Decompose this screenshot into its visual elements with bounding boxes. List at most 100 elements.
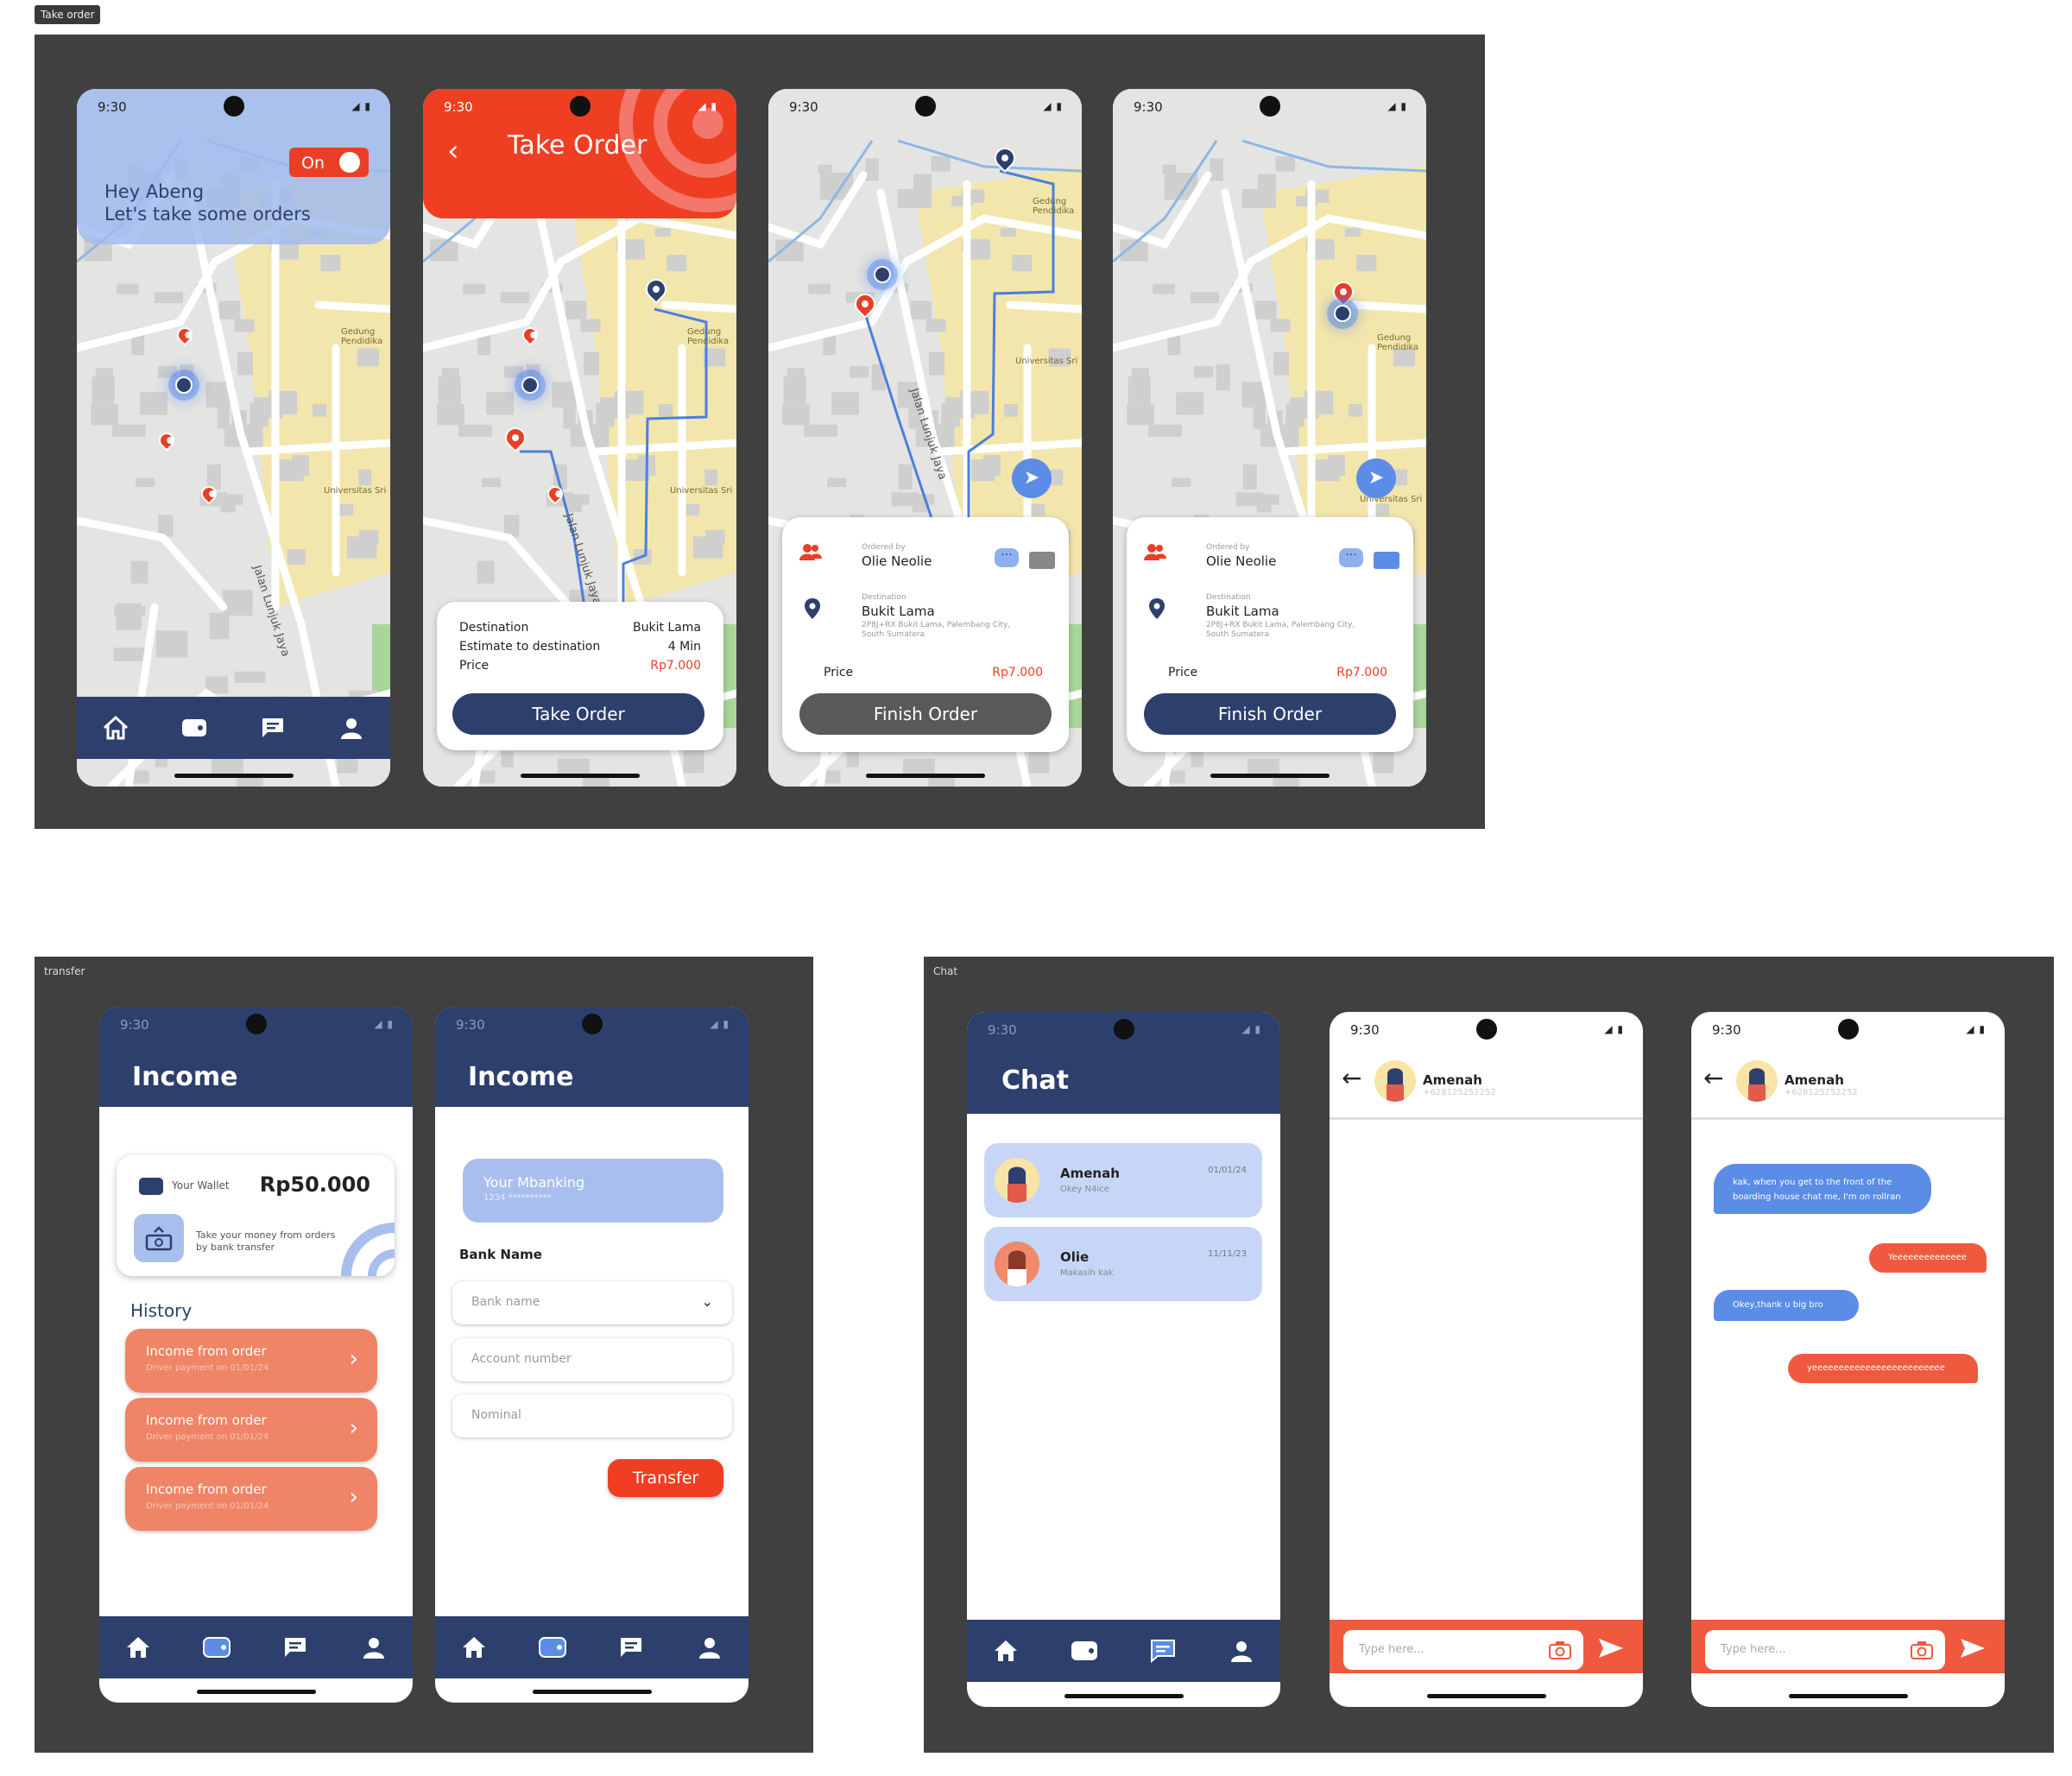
poi-label: Gedung Pendidika (687, 327, 730, 346)
chevron-right-icon: › (349, 1346, 358, 1372)
camera-notch (1475, 1019, 1497, 1040)
history-item[interactable]: Income from order Driver payment on 01/01… (125, 1329, 377, 1393)
wallet-icon[interactable] (199, 1630, 234, 1665)
chat-date: 01/01/24 (1208, 1166, 1247, 1175)
header-divider (1330, 1117, 1643, 1120)
back-icon[interactable]: ‹ (447, 134, 459, 168)
camera-notch (1259, 96, 1280, 117)
home-icon[interactable] (121, 1630, 155, 1665)
chat-preview: Okey N4ice (1060, 1185, 1109, 1194)
home-icon[interactable] (457, 1630, 491, 1665)
finish-order-button[interactable]: Finish Order (799, 693, 1052, 735)
history-item[interactable]: Income from order Driver payment on 01/01… (125, 1467, 377, 1531)
toggle-knob (339, 152, 360, 173)
chat-date: 11/11/23 (1208, 1249, 1247, 1259)
profile-icon[interactable] (334, 711, 369, 745)
history-item-subtitle: Driver payment on 01/01/24 (146, 1501, 269, 1511)
address-line-2: South Sumatera (1206, 630, 1269, 639)
signal-battery-icon: ◢ ▮ (710, 1018, 730, 1030)
phone-take-order: Jalan Lunjuk Jaya Gedung Pendidika Unive… (423, 89, 736, 787)
wallet-icon[interactable] (177, 711, 212, 745)
message-text: kak, when you get to the front of the (1733, 1178, 1892, 1187)
chat-icon[interactable] (256, 711, 290, 745)
signal-battery-icon: ◢ ▮ (698, 100, 717, 112)
wallet-icon (139, 1178, 163, 1195)
chat-list-item[interactable]: Olie Makasih kak 11/11/23 (984, 1227, 1262, 1301)
price-label: Price (1168, 666, 1198, 679)
profile-icon[interactable] (357, 1630, 391, 1665)
phone-income-wallet: 9:30 ◢ ▮ Income Your Wallet Rp50.000 Take… (99, 1007, 413, 1703)
current-location-dot (874, 266, 891, 283)
frame-label-take-order: Take order (35, 5, 101, 24)
message-text: boarding house chat me, I'm on rollran (1733, 1192, 1901, 1202)
message-input[interactable]: Type here... (1343, 1630, 1583, 1670)
page-title: Take Order (508, 130, 648, 161)
customer-icon (1144, 544, 1166, 560)
back-arrow-icon[interactable]: ← (1342, 1064, 1361, 1092)
online-toggle[interactable]: On (289, 148, 369, 177)
history-item-title: Income from order (146, 1343, 267, 1359)
profile-icon[interactable] (1224, 1634, 1259, 1668)
status-bar: 9:30 ◢ ▮ (1691, 1012, 2005, 1046)
customer-name: Olie Neolie (862, 553, 932, 569)
wallet-card: Your Wallet Rp50.000 Take your money fro… (117, 1155, 395, 1276)
message-input[interactable]: Type here... (1705, 1630, 1945, 1670)
poi-label: Gedung Pendidika (1033, 197, 1075, 216)
poi-label: Universitas Sri (324, 486, 387, 496)
poi-label: Universitas Sri (670, 486, 733, 496)
wallet-icon[interactable] (535, 1630, 570, 1665)
take-order-button[interactable]: Take Order (452, 693, 704, 735)
profile-icon[interactable] (692, 1630, 727, 1665)
history-title: History (130, 1300, 193, 1321)
estimate-label: Estimate to destination (459, 640, 601, 654)
chat-list-item[interactable]: Amenah Okey N4ice 01/01/24 (984, 1143, 1262, 1217)
chat-contact-name: Olie (1060, 1249, 1090, 1265)
greeting-title: Hey Abeng (104, 181, 205, 202)
avatar (1736, 1060, 1778, 1102)
send-icon[interactable] (1960, 1637, 1986, 1659)
destination-name: Bukit Lama (1206, 604, 1279, 619)
toggle-label: On (301, 154, 325, 173)
poi-label: Gedung Pendidika (341, 327, 383, 346)
wallet-icon[interactable] (1067, 1634, 1102, 1668)
bank-name-select[interactable]: Bank name ⌄ (452, 1281, 732, 1324)
message-icon[interactable]: ··· (1339, 548, 1363, 567)
mbanking-card[interactable]: Your Mbanking 1234 ********** (463, 1159, 723, 1223)
nominal-field[interactable]: Nominal (452, 1394, 732, 1438)
signal-battery-icon: ◢ ▮ (374, 1018, 394, 1030)
greeting-subtitle: Let's take some orders (104, 204, 311, 224)
history-item[interactable]: Income from order Driver payment on 01/01… (125, 1398, 377, 1462)
send-icon[interactable] (1598, 1637, 1624, 1659)
navigate-icon[interactable]: ➤ (1356, 458, 1396, 498)
bank-transfer-icon[interactable] (134, 1214, 184, 1262)
message-icon[interactable]: ··· (995, 548, 1019, 567)
signal-battery-icon: ◢ ▮ (1966, 1023, 1986, 1035)
page-title: Chat (1001, 1065, 1069, 1096)
transfer-hint-line-2: by bank transfer (196, 1242, 275, 1253)
finish-order-button[interactable]: Finish Order (1144, 693, 1396, 735)
phone-home-map: Jalan Lunjuk Jaya Gedung Pendidika Unive… (77, 89, 390, 787)
camera-notch (569, 96, 591, 117)
status-time: 9:30 (444, 99, 473, 115)
camera-notch (223, 96, 244, 117)
destination-label: Destination (459, 621, 529, 635)
camera-icon[interactable] (1549, 1640, 1571, 1659)
message-bubble-received: kak, when you get to the front of the bo… (1714, 1164, 1931, 1214)
home-icon[interactable] (98, 711, 133, 745)
chat-icon[interactable] (1146, 1634, 1180, 1668)
mbanking-title: Your Mbanking (483, 1174, 585, 1191)
transfer-button[interactable]: Transfer (608, 1459, 723, 1497)
account-number-field[interactable]: Account number (452, 1338, 732, 1381)
status-bar: 9:30 ◢ ▮ (77, 89, 390, 123)
home-icon[interactable] (989, 1634, 1023, 1668)
navigate-icon[interactable]: ➤ (1012, 458, 1052, 498)
signal-battery-icon: ◢ ▮ (1604, 1023, 1624, 1035)
camera-icon[interactable] (1911, 1640, 1933, 1659)
chat-icon[interactable] (614, 1630, 648, 1665)
phone-chat-room-empty: 9:30 ◢ ▮ ← Amenah +628125252252 Type here… (1330, 1012, 1643, 1707)
frame-label-transfer: transfer (44, 965, 85, 977)
chat-icon[interactable] (278, 1630, 313, 1665)
camera-notch (914, 96, 936, 117)
back-arrow-icon[interactable]: ← (1703, 1064, 1723, 1092)
income-header: 9:30 ◢ ▮ Income (435, 1007, 749, 1107)
